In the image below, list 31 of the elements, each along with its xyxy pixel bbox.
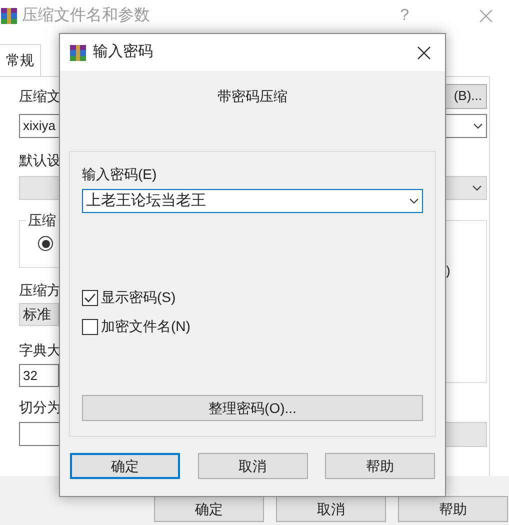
method-combo[interactable]: 标准 (19, 303, 59, 326)
close-icon[interactable] (417, 46, 431, 60)
checkbox-label: 显示密码(S) (101, 288, 176, 307)
dialog-heading: 带密码压缩 (216, 87, 288, 106)
dialog-title: 输入密码 (93, 42, 153, 62)
field-label: 压缩方 (19, 281, 61, 300)
window-title: 压缩文件名和参数 (22, 6, 150, 26)
organize-passwords-button[interactable]: 整理密码(O)... (82, 395, 423, 421)
archive-icon (0, 7, 18, 25)
dialog-button[interactable]: 帮助 (398, 496, 508, 522)
dialog-button[interactable]: 确定 (154, 496, 264, 522)
checkbox[interactable] (82, 318, 98, 334)
archive-icon (69, 44, 87, 62)
tab[interactable]: 常规 (0, 44, 41, 76)
dialog-button[interactable]: 取消 (276, 496, 386, 522)
field-label: 默认设 (19, 151, 61, 170)
checkbox-label: 加密文件名(N) (101, 317, 190, 336)
dialog-button[interactable]: 确定 (70, 453, 180, 479)
chevron-down-icon (473, 123, 483, 129)
chevron-down-icon (472, 185, 482, 191)
dictionary-field[interactable]: 32 (19, 364, 59, 387)
checkbox[interactable] (82, 290, 98, 306)
chevron-down-icon (409, 198, 419, 204)
field-label: 压缩文 (19, 86, 61, 106)
field-label: 输入密码(E) (82, 165, 158, 184)
option-label: ) (446, 262, 450, 280)
password-combo[interactable]: 上老王论坛当老王 (82, 189, 423, 213)
check-icon (84, 292, 96, 302)
dialog-button[interactable]: 取消 (198, 453, 308, 479)
radio-button[interactable] (38, 236, 53, 251)
dialog-button[interactable]: 帮助 (325, 453, 435, 479)
